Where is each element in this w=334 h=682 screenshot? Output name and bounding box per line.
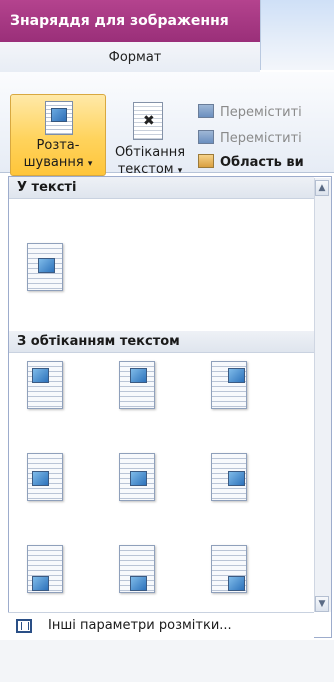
bring-forward-button[interactable]: Переміститі	[198, 104, 302, 120]
context-tab-header: Знаряддя для зображення	[0, 0, 260, 42]
send-backward-button[interactable]: Переміститі	[198, 130, 302, 146]
position-bottom-right-option[interactable]	[211, 545, 247, 593]
more-layout-options-label: Інші параметри розмітки...	[48, 618, 232, 633]
tab-format-label: Формат	[108, 49, 162, 65]
chevron-down-icon: ▾	[87, 159, 93, 169]
position-top-center-option[interactable]	[119, 361, 155, 409]
title-bar-strip	[260, 0, 334, 70]
scroll-down-button[interactable]: ▼	[315, 596, 329, 612]
layout-options-icon	[16, 618, 32, 633]
scroll-up-button[interactable]: ▲	[315, 180, 329, 196]
position-bottom-center-option[interactable]	[119, 545, 155, 593]
tab-format[interactable]: Формат	[10, 42, 260, 72]
position-top-right-option[interactable]	[211, 361, 247, 409]
position-middle-center-option[interactable]	[119, 453, 155, 501]
background-area	[0, 640, 334, 682]
gallery-scrollbar[interactable]	[314, 178, 331, 612]
chevron-up-icon: ▲	[318, 183, 326, 193]
send-backward-icon	[198, 130, 214, 144]
section-inline-header: У тексті	[9, 177, 314, 199]
position-middle-right-option[interactable]	[211, 453, 247, 501]
wrap-text-button[interactable]: Обтікання текстом ▾	[108, 144, 192, 180]
position-button[interactable]: Розта- шування ▾	[10, 94, 106, 176]
selection-pane-button[interactable]: Область ви	[198, 154, 304, 170]
chevron-down-icon: ▼	[318, 599, 326, 609]
section-wrap-header: З обтіканням текстом	[9, 331, 314, 353]
position-middle-left-option[interactable]	[27, 453, 63, 501]
position-top-left-option[interactable]	[27, 361, 63, 409]
context-tab-title: Знаряддя для зображення	[10, 13, 229, 29]
bring-forward-icon	[198, 104, 214, 118]
position-button-label: Розта- шування ▾	[23, 138, 93, 170]
inline-with-text-option[interactable]	[27, 243, 63, 291]
selection-pane-icon	[198, 154, 214, 168]
position-icon	[45, 101, 73, 135]
position-bottom-left-option[interactable]	[27, 545, 63, 593]
wrap-text-icon: ✖	[133, 102, 163, 140]
chevron-down-icon: ▾	[177, 166, 183, 176]
more-layout-options-button[interactable]: Інші параметри розмітки...	[8, 612, 314, 638]
